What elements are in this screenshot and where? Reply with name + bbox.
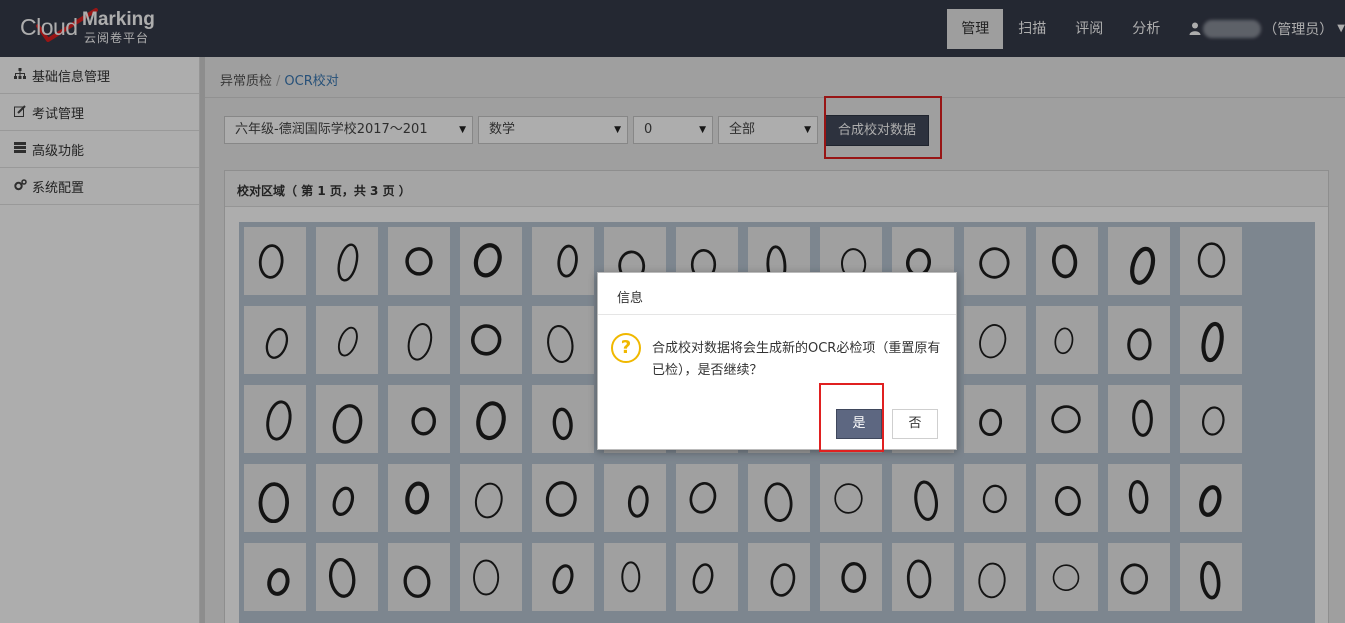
dialog-message: 合成校对数据将会生成新的OCR必检项（重置原有已检），是否继续？ [652,341,941,378]
question-icon: ? [611,333,641,363]
confirm-no-button[interactable]: 否 [892,409,938,439]
confirm-dialog: 信息 ? 合成校对数据将会生成新的OCR必检项（重置原有已检），是否继续？ 是 … [597,272,957,450]
dialog-title: 信息 [598,273,956,315]
highlight-box-yes [819,383,884,452]
